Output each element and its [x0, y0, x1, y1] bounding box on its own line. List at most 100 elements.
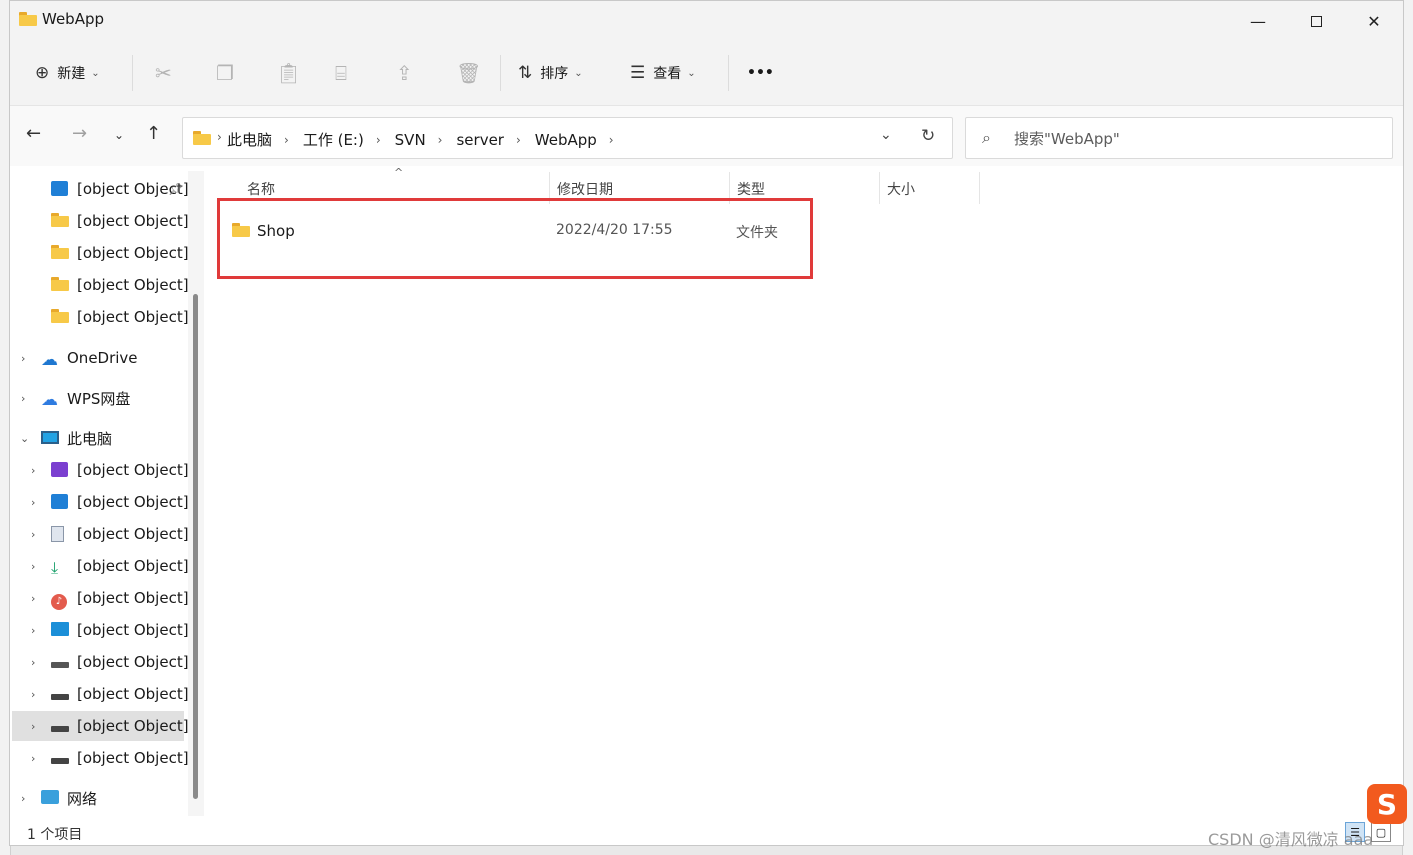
sidebar-item-pc-child[interactable]: › [object Object] [12, 679, 189, 709]
chevron-right-icon[interactable]: › [21, 352, 25, 365]
chevron-right-icon[interactable]: › [376, 133, 381, 147]
sidebar-item-pc-child[interactable]: › ⤓ [object Object] [12, 551, 189, 581]
sidebar-item-onedrive[interactable]: › ☁ OneDrive [12, 343, 184, 373]
chevron-right-icon[interactable]: › [31, 496, 35, 509]
download-icon: ⤓ [51, 558, 59, 577]
sidebar-item-this-pc[interactable]: ⌄ 此电脑 [12, 423, 184, 453]
chevron-right-icon[interactable]: › [21, 392, 25, 405]
paste-button[interactable]: 📋︎ [276, 58, 301, 88]
chevron-down-icon: ⌄ [91, 67, 100, 79]
sidebar-item-label: [object Object] [77, 557, 189, 575]
copy-button[interactable]: ❐ [216, 58, 234, 88]
chevron-right-icon[interactable]: › [31, 560, 35, 573]
sidebar-item-label: [object Object] [77, 461, 189, 479]
status-bar: 1 个项目 [10, 816, 1403, 845]
back-button[interactable]: ← [26, 123, 41, 144]
sidebar-item-label: [object Object] [77, 244, 189, 262]
sidebar-item-quick-access[interactable]: [object Object] [12, 302, 189, 332]
breadcrumb-item[interactable]: server [456, 131, 503, 149]
video-icon [51, 462, 69, 478]
share-button[interactable]: ⇪ [396, 58, 413, 88]
forward-button[interactable]: → [72, 123, 87, 144]
folder-icon [51, 277, 69, 293]
address-bar[interactable]: › 此电脑 › 工作 (E:) › SVN › server › WebApp › ⌄ ↻ [182, 117, 953, 159]
sidebar-item-pc-child[interactable]: › [object Object] [12, 743, 189, 773]
column-divider[interactable] [979, 172, 980, 204]
breadcrumb-item[interactable]: SVN [395, 131, 426, 149]
sort-ascending-icon: ^ [394, 166, 404, 179]
chevron-right-icon[interactable]: › [31, 688, 35, 701]
toolbar-divider [132, 55, 133, 91]
minimize-icon: — [1250, 11, 1266, 31]
sidebar-scrollbar-thumb[interactable] [193, 294, 198, 799]
sidebar-item-pc-child[interactable]: › [object Object] [12, 487, 189, 517]
sidebar-item-quick-access[interactable]: [object Object] [12, 238, 189, 268]
copy-icon: ❐ [216, 61, 234, 85]
chevron-down-icon: ⌄ [880, 127, 892, 143]
view-button[interactable]: ☰ 查看 ⌄ [630, 58, 696, 88]
chevron-right-icon[interactable]: › [31, 528, 35, 541]
maximize-button[interactable] [1287, 1, 1345, 41]
watermark: CSDN @清风微凉 aaa [1208, 830, 1374, 849]
sogou-ime-icon[interactable]: S [1367, 784, 1407, 824]
cut-button[interactable]: ✂ [155, 58, 172, 88]
pin-icon: 📌︎ [168, 182, 184, 196]
breadcrumb-item[interactable]: 此电脑 [227, 129, 272, 150]
pc-icon [41, 430, 59, 446]
column-header-type[interactable]: 类型 [737, 179, 765, 199]
chevron-right-icon[interactable]: › [438, 133, 443, 147]
refresh-button[interactable]: ↻ [921, 126, 935, 146]
breadcrumb-item[interactable]: WebApp [535, 131, 597, 149]
recent-locations-button[interactable]: ⌄ [114, 128, 124, 142]
tiles-view-button[interactable]: ▢ [1371, 822, 1391, 842]
more-options-button[interactable]: ••• [747, 58, 774, 88]
column-header-date[interactable]: 修改日期 [557, 179, 613, 199]
sidebar-item-pc-child[interactable]: › [object Object] [12, 455, 189, 485]
close-button[interactable]: ✕ [1345, 1, 1403, 41]
column-header-name[interactable]: 名称 [247, 179, 275, 199]
chevron-right-icon[interactable]: › [31, 624, 35, 637]
breadcrumb-item[interactable]: 工作 (E:) [303, 129, 364, 150]
sidebar-item-label: [object Object] [77, 525, 189, 543]
chevron-right-icon[interactable]: › [31, 592, 35, 605]
chevron-right-icon[interactable]: › [284, 133, 289, 147]
chevron-right-icon[interactable]: › [31, 752, 35, 765]
folder-icon [51, 213, 69, 229]
column-header-size[interactable]: 大小 [887, 179, 915, 199]
pictures-icon [51, 494, 69, 510]
toolbar-divider [500, 55, 501, 91]
minimize-button[interactable]: — [1229, 1, 1287, 41]
rename-button[interactable]: ⌸ [335, 58, 347, 88]
address-history-button[interactable]: ⌄ [880, 127, 892, 143]
chevron-right-icon[interactable]: › [21, 792, 25, 805]
chevron-right-icon[interactable]: › [516, 133, 521, 147]
sidebar-item-quick-access[interactable]: [object Object] [12, 206, 189, 236]
column-divider[interactable] [879, 172, 880, 204]
sidebar-item-network[interactable]: › 网络 [12, 783, 184, 813]
sidebar-item-quick-access[interactable]: [object Object] 📌︎ [12, 174, 189, 204]
sidebar-item-wps[interactable]: › ☁ WPS网盘 [12, 383, 184, 413]
chevron-down-icon[interactable]: ⌄ [20, 432, 29, 445]
chevron-right-icon[interactable]: › [609, 133, 614, 147]
sidebar-item-pc-child[interactable]: › [object Object] [12, 711, 189, 741]
sidebar-item-pc-child[interactable]: › [object Object] [12, 647, 189, 677]
maximize-icon [1310, 15, 1322, 27]
up-button[interactable]: ↑ [146, 123, 161, 144]
scissors-icon: ✂ [155, 61, 172, 85]
search-input[interactable] [1012, 127, 1376, 151]
sidebar-item-pc-child[interactable]: › [object Object] [12, 519, 189, 549]
sort-button[interactable]: ⇅ 排序 ⌄ [518, 58, 583, 88]
sidebar-item-quick-access[interactable]: [object Object] [12, 270, 189, 300]
chevron-right-icon[interactable]: › [31, 656, 35, 669]
delete-button[interactable]: 🗑︎ [456, 58, 481, 88]
chevron-right-icon[interactable]: › [31, 720, 35, 733]
arrow-left-icon: ← [26, 123, 42, 144]
new-button[interactable]: ⊕ 新建 ⌄ [35, 58, 100, 88]
chevron-right-icon[interactable]: › [31, 464, 35, 477]
list-view-icon: ☰ [630, 63, 646, 83]
rename-icon: ⌸ [335, 61, 347, 85]
sidebar-item-pc-child[interactable]: › [object Object] [12, 615, 189, 645]
sidebar-item-pc-child[interactable]: › ♪ [object Object] [12, 583, 189, 613]
drive-icon [51, 686, 69, 702]
sort-label: 排序 [540, 66, 569, 82]
